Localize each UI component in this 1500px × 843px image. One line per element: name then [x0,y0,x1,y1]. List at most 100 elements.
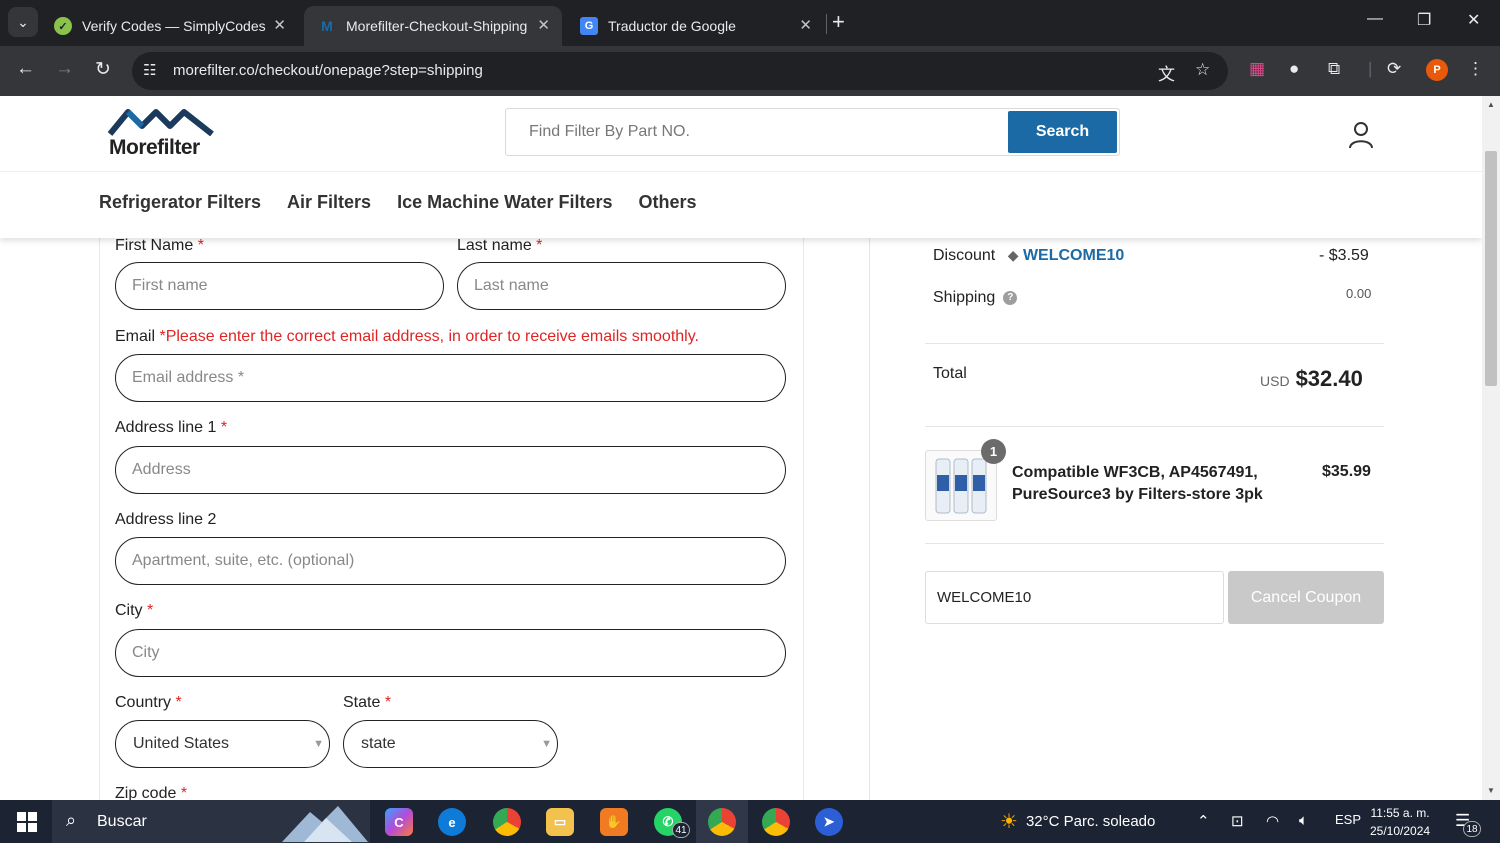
tab-google-translate[interactable]: G Traductor de Google ✕ [566,6,824,46]
google-translate-favicon-icon: G [580,17,598,35]
shipping-row: Shipping? [933,289,1018,307]
taskbar-search-box[interactable]: ⌕ Buscar [52,800,370,843]
reload-icon[interactable]: ↻ [95,58,111,81]
coupon-code-input[interactable] [926,572,1223,623]
summary-separator [925,543,1384,544]
search-button[interactable]: Search [1008,111,1117,153]
logo-mark-icon [107,109,214,137]
translate-icon[interactable]: 文 [1158,60,1175,85]
tab-close-icon[interactable]: ✕ [537,16,550,34]
browser-toolbar: ← → ↻ ☷ morefilter.co/checkout/onepage?s… [0,46,1500,96]
shipping-help-icon[interactable]: ? [1003,290,1018,305]
email-note: *Please enter the correct email address,… [159,328,699,345]
tab-title: Verify Codes — SimplyCodes [82,18,266,34]
browser-menu-icon[interactable]: ⋮ [1467,59,1484,79]
coupon-tag-icon: ◆ [1007,247,1019,263]
user-account-icon[interactable] [1348,121,1374,149]
address-line-1-field[interactable] [115,446,786,494]
simplycodes-favicon-icon: ✓ [54,17,72,35]
first-name-input[interactable] [116,263,443,309]
morefilter-logo[interactable]: Morefilter [107,108,214,160]
tab-simplycodes[interactable]: ✓ Verify Codes — SimplyCodes ✕ [40,6,298,46]
summary-separator [925,343,1384,344]
email-field[interactable] [115,354,786,402]
last-name-field[interactable] [457,262,786,310]
file-explorer-icon[interactable]: ▭ [546,808,574,836]
product-price: $35.99 [1322,463,1371,480]
country-dropdown-caret-icon: ▼ [313,738,324,750]
chrome-profile-s-icon[interactable] [762,808,790,836]
edge-browser-icon[interactable]: e [438,808,466,836]
input-language[interactable]: ESP [1335,812,1361,827]
email-input[interactable] [116,355,785,401]
performance-icon[interactable]: ⟳ [1387,59,1401,79]
cancel-coupon-button[interactable]: Cancel Coupon [1228,571,1384,624]
city-input[interactable] [116,630,785,676]
browser-tab-bar: ⌄ ✓ Verify Codes — SimplyCodes ✕ M Moref… [0,0,1500,46]
taskbar-clock[interactable]: 11:55 a. m. 25/10/2024 [1370,804,1430,840]
clock-date: 25/10/2024 [1370,824,1431,838]
nav-refrigerator-filters[interactable]: Refrigerator Filters [99,192,261,213]
forward-arrow-icon[interactable]: → [55,58,74,80]
extension-circle-icon[interactable]: ● [1289,59,1299,79]
site-info-icon[interactable]: ☷ [143,61,156,79]
part-search-input[interactable] [506,109,1008,155]
cursor-app-icon[interactable]: ➤ [815,808,843,836]
volume-icon[interactable]: 🔈︎ [1299,812,1308,829]
show-hidden-icons-chevron-icon[interactable]: ⌃ [1197,812,1210,830]
window-close-icon[interactable]: ✕ [1467,10,1480,30]
tab-close-icon[interactable]: ✕ [799,16,812,34]
restore-icon[interactable]: ❐ [1417,10,1431,30]
office-app-icon[interactable]: ✋ [600,808,628,836]
total-value: $32.40 [1295,366,1363,391]
copilot-app-icon[interactable]: C [385,808,413,836]
state-label: State * [343,694,392,711]
scroll-down-arrow-icon[interactable]: ▼ [1487,786,1495,795]
extension-calendar-icon[interactable]: ▦ [1249,59,1265,79]
back-arrow-icon[interactable]: ← [16,58,35,80]
scroll-up-arrow-icon[interactable]: ▲ [1487,100,1495,109]
extensions-puzzle-icon[interactable]: ⧉ [1328,59,1340,79]
chrome-browser-icon[interactable] [493,808,521,836]
shipping-value: 0.00 [1346,286,1372,301]
taskbar-search-text: Buscar [97,813,147,830]
address-line-2-field[interactable] [115,537,786,585]
city-field[interactable] [115,629,786,677]
state-select[interactable]: state ▼ [343,720,558,768]
windows-start-icon[interactable] [17,812,37,832]
toolbar-divider: | [1368,59,1373,78]
main-navigation: Refrigerator Filters Air Filters Ice Mac… [99,192,697,213]
nav-others[interactable]: Others [638,192,696,213]
address-line-2-input[interactable] [116,538,785,584]
tab-morefilter[interactable]: M Morefilter-Checkout-Shipping ✕ [304,6,562,46]
profile-avatar[interactable]: P [1426,59,1448,81]
weather-widget[interactable]: ☀ 32°C Parc. soleado [1000,809,1155,834]
meet-now-icon[interactable]: ⊡ [1231,812,1244,830]
nav-air-filters[interactable]: Air Filters [287,192,371,213]
wifi-icon[interactable]: ◠ [1266,812,1279,830]
scrollbar-thumb[interactable] [1485,151,1497,386]
new-tab-plus-icon[interactable]: + [832,9,845,35]
city-label: City * [115,602,154,619]
minimize-icon[interactable]: — [1367,10,1383,28]
page-scrollbar[interactable]: ▲ ▼ [1482,96,1500,800]
first-name-field[interactable] [115,262,444,310]
state-dropdown-caret-icon: ▼ [541,738,552,750]
part-search-box: Search [505,108,1120,156]
coupon-code-field[interactable] [925,571,1224,624]
tab-close-icon[interactable]: ✕ [273,16,286,34]
address-bar[interactable]: ☷ morefilter.co/checkout/onepage?step=sh… [132,52,1228,90]
last-name-input[interactable] [458,263,785,309]
country-select[interactable]: United States ▼ [115,720,330,768]
bookmark-star-icon[interactable]: ☆ [1195,60,1210,80]
address-line-1-label: Address line 1 * [115,419,228,436]
country-value: United States [133,735,230,752]
url-text[interactable]: morefilter.co/checkout/onepage?step=ship… [173,62,483,79]
tab-search-chevron-icon[interactable]: ⌄ [8,7,38,37]
tab-separator [826,14,827,34]
applied-coupon-code: WELCOME10 [1022,247,1125,264]
nav-ice-machine-water-filters[interactable]: Ice Machine Water Filters [397,192,612,213]
summary-separator [925,426,1384,427]
address-line-1-input[interactable] [116,447,785,493]
chrome-profile-p-icon[interactable] [708,808,736,836]
